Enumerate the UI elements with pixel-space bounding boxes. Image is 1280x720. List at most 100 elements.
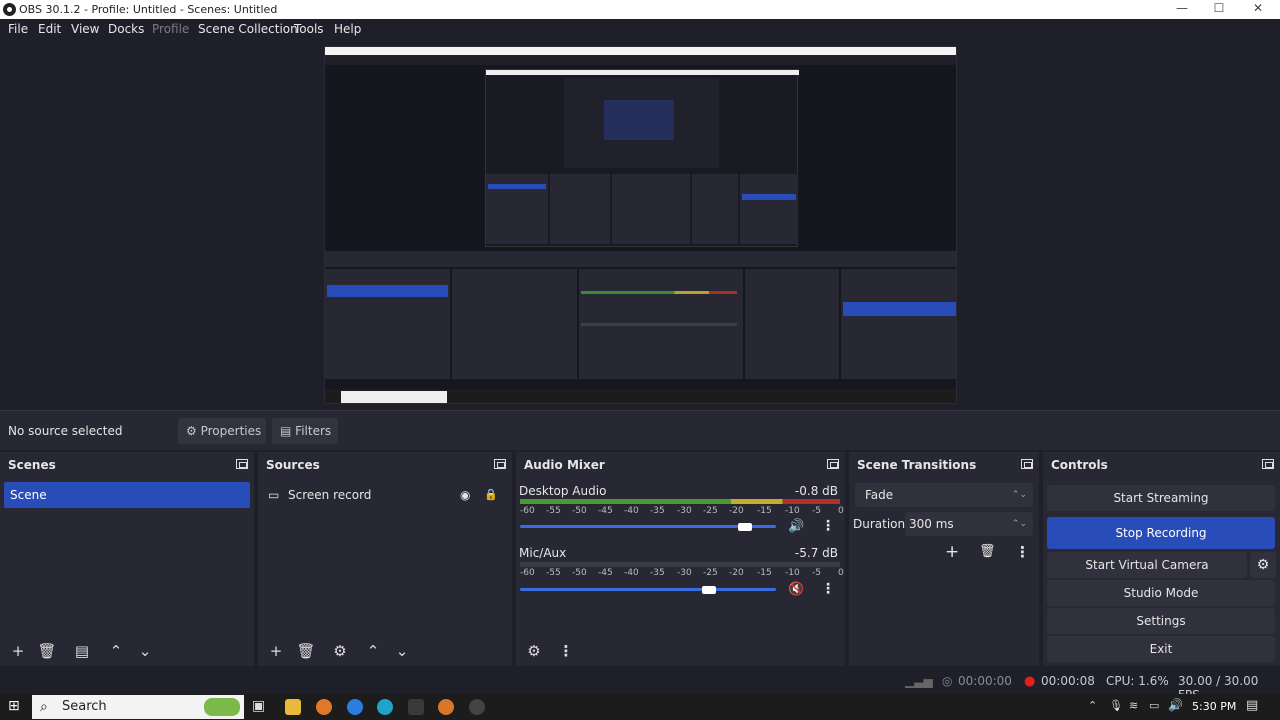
- properties-label: Properties: [200, 424, 262, 438]
- menu-help[interactable]: Help: [334, 22, 361, 36]
- minimize-button[interactable]: —: [1162, 1, 1202, 18]
- kebab-menu-icon[interactable]: ⋮: [821, 581, 835, 597]
- no-source-label: No source selected: [8, 424, 123, 438]
- taskbar-search[interactable]: ⌕ Search: [32, 695, 244, 719]
- file-explorer-icon[interactable]: [285, 699, 301, 715]
- speaker-icon[interactable]: 🔊: [788, 519, 804, 534]
- edge-icon[interactable]: [377, 699, 393, 715]
- add-icon[interactable]: +: [8, 642, 28, 660]
- mini-controls: [841, 269, 956, 379]
- scene-transitions-title: Scene Transitions: [857, 458, 977, 472]
- menu-bar: File Edit View Docks Profile Scene Colle…: [0, 19, 1280, 40]
- duration-input[interactable]: 300 ms ⌃⌄: [905, 512, 1033, 536]
- undock-icon[interactable]: [236, 459, 248, 469]
- volume-slider-handle[interactable]: [702, 586, 717, 594]
- mini-taskbar: [325, 389, 956, 403]
- filters-button[interactable]: ▤ Filters: [272, 418, 338, 444]
- add-icon[interactable]: +: [266, 642, 286, 660]
- kebab-menu-icon[interactable]: ⋮: [556, 642, 576, 660]
- advanced-audio-gear-icon[interactable]: ⚙: [524, 642, 544, 660]
- filters-label: Filters: [295, 424, 332, 438]
- task-view-icon[interactable]: ▣: [252, 698, 265, 714]
- virtual-camera-gear-icon[interactable]: ⚙: [1250, 552, 1276, 578]
- audio-footer: ⚙ ⋮: [516, 636, 845, 666]
- obs-logo-icon: [3, 3, 16, 16]
- preview-canvas[interactable]: [324, 46, 957, 404]
- volume-icon[interactable]: 🔊: [1168, 698, 1183, 712]
- audio-mixer-title: Audio Mixer: [524, 458, 605, 472]
- scene-item[interactable]: Scene: [4, 482, 250, 508]
- trash-icon[interactable]: 🗑: [979, 544, 996, 559]
- chevron-up-icon[interactable]: ⌃: [106, 642, 126, 660]
- gear-icon[interactable]: ⚙: [330, 642, 350, 660]
- close-button[interactable]: ✕: [1238, 1, 1278, 18]
- duration-label: Duration: [853, 517, 906, 531]
- sources-dock: Sources ▭ Screen record ◉ 🔒 + 🗑 ⚙ ⌃ ⌄: [258, 452, 514, 666]
- status-bar: ▁▃▅ ◎ 00:00:00 ● 00:00:08 CPU: 1.6% 30.0…: [0, 668, 1280, 702]
- properties-button[interactable]: ⚙ Properties: [178, 418, 266, 444]
- kebab-menu-icon[interactable]: ⋮: [1015, 543, 1030, 561]
- clock[interactable]: 5:30 PM: [1192, 700, 1236, 713]
- stream-time: 00:00:00: [958, 674, 1012, 688]
- volume-slider[interactable]: [520, 588, 776, 591]
- stepper-icon[interactable]: ⌃⌄: [1012, 512, 1027, 536]
- undock-icon[interactable]: [1262, 459, 1274, 469]
- start-virtual-camera-button[interactable]: Start Virtual Camera: [1047, 552, 1247, 578]
- kebab-menu-icon[interactable]: ⋮: [821, 518, 835, 534]
- muted-speaker-icon[interactable]: 🔇: [788, 582, 804, 597]
- source-item[interactable]: ▭ Screen record ◉ 🔒: [266, 486, 504, 504]
- search-icon: ⌕: [40, 699, 48, 715]
- chevron-up-icon[interactable]: ⌃: [1088, 699, 1097, 712]
- browser-icon[interactable]: [347, 699, 363, 715]
- exit-button[interactable]: Exit: [1047, 636, 1275, 662]
- chevron-down-icon[interactable]: ⌄: [135, 642, 155, 660]
- maximize-button[interactable]: ☐: [1199, 1, 1239, 18]
- app-icon[interactable]: [438, 699, 454, 715]
- add-icon[interactable]: +: [945, 542, 959, 562]
- lock-icon[interactable]: 🔒: [484, 486, 498, 504]
- duration-value: 300 ms: [909, 517, 954, 531]
- mini-scenes: [325, 269, 450, 379]
- undock-icon[interactable]: [494, 459, 506, 469]
- battery-icon[interactable]: ▭: [1149, 699, 1159, 712]
- settings-button[interactable]: Settings: [1047, 608, 1275, 634]
- chevron-up-icon[interactable]: ⌃: [363, 642, 383, 660]
- scenes-footer: + 🗑 ▤ ⌃ ⌄: [0, 636, 254, 666]
- volume-meter: [520, 562, 840, 567]
- record-icon: ●: [1024, 674, 1036, 689]
- trash-icon[interactable]: 🗑: [296, 642, 316, 660]
- cpu-usage: CPU: 1.6%: [1106, 674, 1169, 688]
- studio-mode-button[interactable]: Studio Mode: [1047, 580, 1275, 606]
- scene-filters-icon[interactable]: ▤: [72, 642, 92, 660]
- undock-icon[interactable]: [1021, 459, 1033, 469]
- stop-recording-button[interactable]: Stop Recording: [1047, 517, 1275, 549]
- volume-slider-handle[interactable]: [738, 523, 753, 531]
- windows-start-icon[interactable]: ⊞: [8, 698, 20, 714]
- microphone-icon[interactable]: 🎙: [1109, 699, 1123, 712]
- notifications-icon[interactable]: ▤: [1246, 698, 1258, 713]
- wifi-icon[interactable]: ≋: [1129, 699, 1138, 712]
- mini-transitions: [745, 269, 839, 379]
- mini-menubar: [325, 55, 956, 65]
- title-bar: OBS 30.1.2 - Profile: Untitled - Scenes:…: [0, 0, 1280, 19]
- filter-icon: ▤: [280, 424, 292, 438]
- app-icon[interactable]: [316, 699, 332, 715]
- obs-taskbar-icon[interactable]: [469, 699, 485, 715]
- gear-icon: ⚙: [186, 424, 197, 438]
- eye-icon[interactable]: ◉: [460, 486, 470, 504]
- transition-select[interactable]: Fade ⌃⌄: [855, 483, 1033, 507]
- undock-icon[interactable]: [827, 459, 839, 469]
- menu-tools[interactable]: Tools: [294, 22, 324, 36]
- menu-scene-collection[interactable]: Scene Collection: [198, 22, 298, 36]
- menu-view[interactable]: View: [71, 22, 99, 36]
- meter-ticks: -60 -55 -50 -45 -40 -35 -30 -25 -20 -15 -10 -5 0: [520, 568, 844, 578]
- menu-docks[interactable]: Docks: [108, 22, 144, 36]
- chevron-down-icon[interactable]: ⌄: [392, 642, 412, 660]
- menu-file[interactable]: File: [8, 22, 28, 36]
- menu-edit[interactable]: Edit: [38, 22, 61, 36]
- trash-icon[interactable]: 🗑: [37, 642, 57, 660]
- start-streaming-button[interactable]: Start Streaming: [1047, 485, 1275, 511]
- sources-footer: + 🗑 ⚙ ⌃ ⌄: [258, 636, 512, 666]
- menu-profile[interactable]: Profile: [152, 22, 189, 36]
- capcut-icon[interactable]: [408, 699, 424, 715]
